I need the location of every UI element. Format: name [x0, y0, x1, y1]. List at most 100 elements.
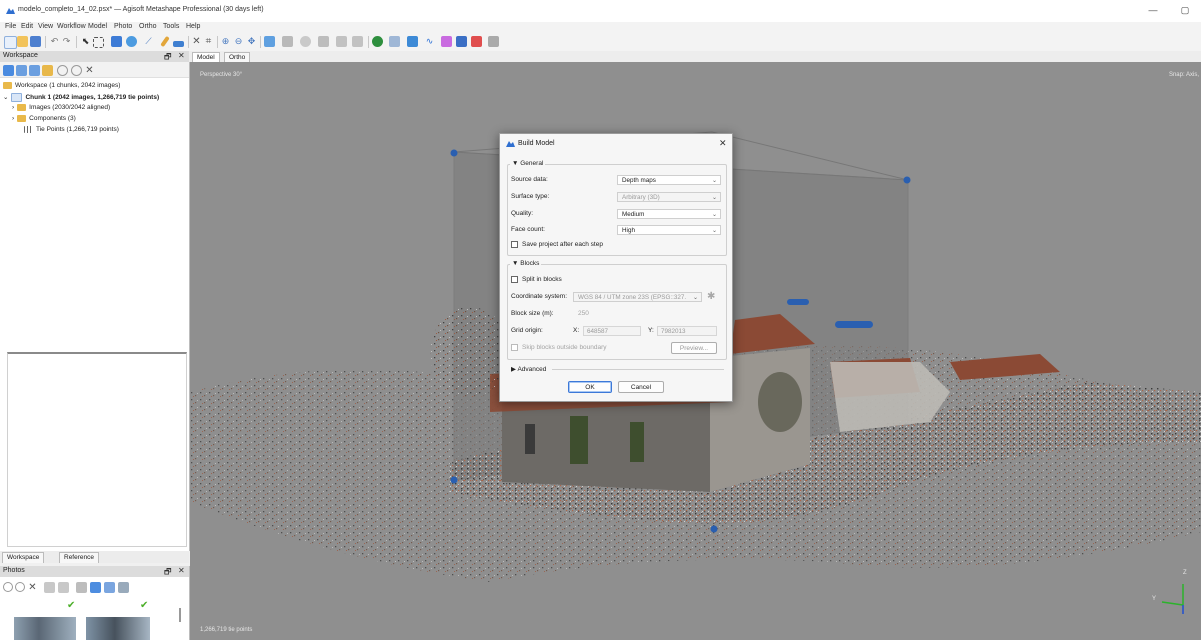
tree-chunk[interactable]: ⌄ Chunk 1 (2042 images, 1,266,719 tie poi…: [3, 93, 159, 102]
details-view-icon[interactable]: [118, 582, 129, 593]
show-markers-icon[interactable]: [407, 36, 418, 47]
split-blocks-checkbox[interactable]: [511, 276, 518, 283]
y-origin-field[interactable]: 7982013: [657, 326, 717, 336]
navigation-icon[interactable]: ⬉: [80, 36, 91, 47]
menu-workflow[interactable]: Workflow: [57, 23, 86, 30]
model-textured-icon[interactable]: [318, 36, 329, 47]
point-cloud-view-icon[interactable]: [264, 36, 275, 47]
zoom-in-icon[interactable]: ⊕: [220, 36, 231, 47]
save-project-icon[interactable]: [30, 36, 41, 47]
tree-workspace-root[interactable]: Workspace (1 chunks, 2042 images): [3, 82, 120, 89]
source-data-select[interactable]: Depth maps ⌄: [617, 175, 721, 185]
snap-label: Snap: Axis,: [1168, 72, 1199, 78]
dialog-close-button[interactable]: ✕: [719, 138, 727, 149]
quality-select[interactable]: Medium ⌄: [617, 209, 721, 219]
face-count-select[interactable]: High ⌄: [617, 225, 721, 235]
draw-polyline-icon[interactable]: [160, 35, 170, 48]
cancel-button[interactable]: Cancel: [618, 381, 664, 393]
crop-selection-icon[interactable]: ⌗: [203, 36, 214, 47]
enable-icon[interactable]: [3, 582, 13, 592]
tiled-model-icon[interactable]: [336, 36, 347, 47]
remove-icon[interactable]: ✕: [84, 65, 95, 76]
collapse-chevron-icon[interactable]: ›: [12, 115, 14, 122]
reset-filter-icon[interactable]: [76, 582, 87, 593]
float-panel-icon[interactable]: 🗗: [164, 566, 172, 580]
move-region-icon[interactable]: [111, 36, 122, 47]
face-count-label: Face count:: [511, 226, 545, 233]
coordinate-system-select[interactable]: WGS 84 / UTM zone 23S (EPSG::327. ⌄: [573, 292, 702, 302]
tab-workspace[interactable]: Workspace: [2, 552, 45, 563]
draw-polygon-icon[interactable]: [173, 41, 184, 47]
tab-reference[interactable]: Reference: [59, 552, 99, 563]
add-chunk-icon[interactable]: [3, 65, 14, 76]
show-trackball-icon[interactable]: [456, 36, 467, 47]
menu-tools[interactable]: Tools: [163, 23, 179, 30]
add-photos-icon[interactable]: [16, 65, 27, 76]
dem-view-icon[interactable]: [352, 36, 363, 47]
enable-icon[interactable]: [57, 65, 68, 76]
tree-tie-points[interactable]: Tie Points (1,266,719 points): [24, 126, 119, 133]
zoom-out-icon[interactable]: ⊖: [233, 36, 244, 47]
import-icon[interactable]: [42, 65, 53, 76]
close-panel-icon[interactable]: ✕: [178, 51, 185, 60]
ok-button[interactable]: OK: [568, 381, 612, 393]
rotate-left-icon[interactable]: [44, 582, 55, 593]
globe-icon[interactable]: [372, 36, 383, 47]
reset-view-icon[interactable]: ✥: [246, 36, 257, 47]
tree-components[interactable]: › Components (3): [12, 115, 76, 122]
disable-icon[interactable]: [15, 582, 25, 592]
advanced-group-header[interactable]: ▶ Advanced: [511, 365, 546, 373]
x-origin-field[interactable]: 648587: [583, 326, 641, 336]
general-group-header[interactable]: ▼ General: [510, 160, 546, 167]
collapse-chevron-icon[interactable]: ›: [12, 104, 14, 111]
ruler-icon[interactable]: ⟋: [143, 36, 154, 47]
rotate-object-icon[interactable]: [126, 36, 137, 47]
photo-thumbnail[interactable]: [14, 617, 76, 640]
menu-view[interactable]: View: [38, 23, 53, 30]
collapsed-triangle-icon: ▶: [511, 366, 516, 373]
menu-help[interactable]: Help: [186, 23, 200, 30]
expand-chevron-icon[interactable]: ⌄: [3, 94, 8, 101]
close-panel-icon[interactable]: ✕: [178, 566, 185, 575]
print-icon[interactable]: [488, 36, 499, 47]
undo-icon[interactable]: ↶: [49, 36, 60, 47]
open-project-icon[interactable]: [17, 36, 28, 47]
tree-images[interactable]: › Images (2030/2042 aligned): [12, 104, 110, 111]
rotate-right-icon[interactable]: [58, 582, 69, 593]
add-folder-icon[interactable]: [29, 65, 40, 76]
medium-icons-icon[interactable]: [104, 582, 115, 593]
photos-scrollbar[interactable]: [179, 608, 181, 622]
menu-edit[interactable]: Edit: [21, 23, 33, 30]
show-region-icon[interactable]: [441, 36, 452, 47]
redo-icon[interactable]: ↷: [61, 36, 72, 47]
menu-photo[interactable]: Photo: [114, 23, 132, 30]
show-shapes-icon[interactable]: ∿: [424, 36, 435, 47]
save-project-label: Save project after each step: [522, 241, 603, 248]
new-project-icon[interactable]: [4, 36, 17, 49]
dense-cloud-view-icon[interactable]: [282, 36, 293, 47]
photo-thumbnail[interactable]: [86, 617, 150, 640]
save-project-checkbox[interactable]: [511, 241, 518, 248]
model-shaded-icon[interactable]: [300, 36, 311, 47]
preview-button[interactable]: Preview...: [671, 342, 717, 354]
menu-model[interactable]: Model: [88, 23, 107, 30]
menu-ortho[interactable]: Ortho: [139, 23, 157, 30]
menu-file[interactable]: File: [5, 23, 16, 30]
disable-icon[interactable]: [71, 65, 82, 76]
remove-icon[interactable]: ✕: [27, 582, 38, 593]
skip-blocks-checkbox[interactable]: [511, 344, 518, 351]
blocks-group-header[interactable]: ▼ Blocks: [510, 260, 542, 267]
minimize-button[interactable]: —: [1140, 3, 1166, 17]
block-size-value[interactable]: 250: [578, 310, 589, 317]
rectangle-selection-icon[interactable]: [93, 37, 104, 48]
show-cameras-icon[interactable]: [389, 36, 400, 47]
restore-button[interactable]: ▢: [1172, 3, 1198, 17]
coordinate-system-settings-icon[interactable]: ✱: [707, 291, 715, 302]
show-info-icon[interactable]: [471, 36, 482, 47]
delete-selection-icon[interactable]: ✕: [191, 36, 202, 47]
large-icons-icon[interactable]: [90, 582, 101, 593]
preview-button-label: Preview...: [679, 345, 709, 352]
title-bar: modelo_completo_14_02.psx* — Agisoft Met…: [0, 0, 1201, 22]
surface-type-select[interactable]: Arbitrary (3D) ⌄: [617, 192, 721, 202]
axis-y-label: Y: [1152, 596, 1157, 602]
